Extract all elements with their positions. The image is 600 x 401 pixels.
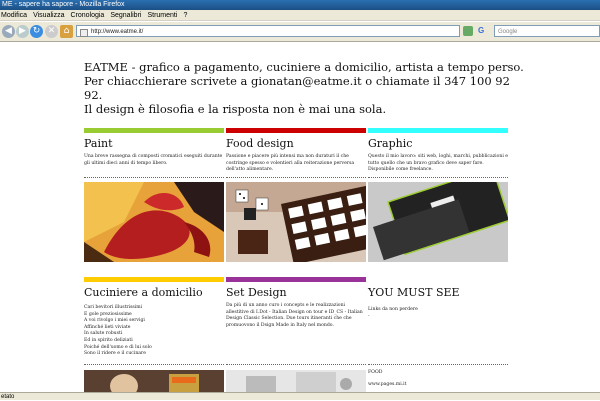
setdesign-text: Da più di un anno curo i concepts e le r… [226,303,363,328]
menu-strumenti[interactable]: Strumenti [147,10,177,20]
food-divider [226,177,366,178]
page-favicon-icon [80,29,88,37]
graphic-image[interactable] [368,182,508,262]
poem-line: Ed in spirito deliziati [84,337,133,343]
food-color-bar [226,128,366,133]
food-title[interactable]: Food design [226,137,366,150]
setdesign-color-bar [226,277,366,282]
menu-segnalibri[interactable]: Segnalibri [110,10,141,20]
url-text: http://www.eatme.it/ [91,29,144,35]
forward-arrow-icon[interactable]: ▶ [16,25,29,38]
section-cuciniere[interactable]: Cuciniere a domicilio Cari bevitori illu… [84,277,224,358]
section-food-design[interactable]: Food design Passione e piacere più inten… [226,128,366,174]
section-paint[interactable]: Paint Una breve rassegna di composti cro… [84,128,224,167]
menu-cronologia[interactable]: Cronologia [70,10,104,20]
graphic-text: Questo il mio lavoro: siti web, loghi, m… [368,154,509,173]
youmustsee-divider [368,364,508,365]
paint-text: Una breve rassegna di composti cromatici… [84,154,223,166]
url-bar[interactable]: http://www.eatme.it/ [76,25,460,37]
window-title: ME - sapere ha sapore - Mozilla Firefox [2,1,125,8]
reload-icon[interactable]: ↻ [30,25,43,38]
section-graphic[interactable]: Graphic Questo il mio lavoro: siti web, … [368,128,508,174]
poem-line: Cari bevitori illustrissimi [84,305,143,310]
food-design-image[interactable] [226,182,366,262]
status-text: etato [1,394,15,400]
intro-line-3: Il design è filosofia e la risposta non … [84,102,387,116]
poem-line: A voi rivolgo i miei servigi [84,318,145,324]
youmustsee-food-label: FOOD [368,370,383,375]
cuciniere-divider [84,364,224,365]
intro-text: EATME - grafico a pagamento, cuciniere a… [84,60,524,116]
go-button[interactable] [463,26,473,36]
exhibition-photo-icon [226,370,366,392]
youmustsee-link[interactable]: www.pages.mi.it [368,382,406,389]
menu-visualizza[interactable]: Visualizza [33,10,64,20]
setdesign-image[interactable] [226,370,366,392]
chef-photo-icon [84,370,224,392]
back-arrow-icon[interactable]: ◀ [2,25,15,38]
menu-help[interactable]: ? [183,10,187,20]
youmustsee-text: Links da non perdere [368,307,418,312]
menu-modifica[interactable]: Modifica [1,10,27,20]
section-set-design[interactable]: Set Design Da più di un anno curo i conc… [226,277,366,329]
menu-bar: Modifica Visualizza Cronologia Segnalibr… [0,10,600,21]
window-title-bar: ME - sapere ha sapore - Mozilla Firefox [0,0,600,10]
youmustsee-title: YOU MUST SEE [368,286,460,299]
paint-divider [84,177,224,178]
paint-title[interactable]: Paint [84,137,224,150]
paint-color-bar [84,128,224,133]
graphic-color-bar [368,128,508,133]
graphic-title[interactable]: Graphic [368,137,508,150]
paint-artwork-icon [84,182,224,262]
poem-line: Sono il ridere e il cucinare [84,351,146,357]
cuciniere-title[interactable]: Cuciniere a domicilio [84,286,224,299]
home-icon[interactable]: ⌂ [60,25,73,38]
navigation-toolbar: ◀ ▶ ↻ ✕ ⌂ http://www.eatme.it/ G Google [0,22,600,42]
food-text: Passione e piacere più intensi ma non du… [226,154,355,173]
section-you-must-see: YOU MUST SEE Links da non perdere - [368,277,508,320]
search-input[interactable]: Google [494,25,600,37]
intro-line-1: EATME - grafico a pagamento, cuciniere a… [84,60,524,74]
cuciniere-color-bar [84,277,224,282]
intro-line-2: Per chiacchierare scrivete a gionatan@ea… [84,74,510,102]
stop-icon[interactable]: ✕ [45,25,58,38]
status-bar: etato [0,392,600,400]
paint-image[interactable] [84,182,224,262]
setdesign-divider [226,364,366,365]
setdesign-title[interactable]: Set Design [226,286,366,299]
cuciniere-poem: Cari bevitori illustrissimi E gole prezi… [84,305,224,358]
cuciniere-image[interactable] [84,370,224,392]
chocolate-dice-icon [226,182,366,262]
graphic-divider [368,177,508,178]
poem-line: In salute robusti [84,331,123,337]
youmustsee-sub: - [368,313,370,319]
google-search-engine-icon[interactable]: G [478,25,492,37]
business-cards-icon [368,182,508,262]
